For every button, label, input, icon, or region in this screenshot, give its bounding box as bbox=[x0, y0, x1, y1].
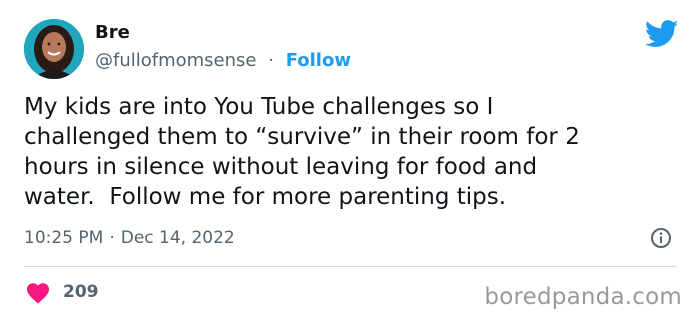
timestamp[interactable]: 10:25 PM · Dec 14, 2022 bbox=[24, 228, 235, 248]
timestamp-separator: · bbox=[109, 228, 115, 248]
twitter-bird-icon[interactable] bbox=[645, 20, 679, 48]
tweet-text: My kids are into You Tube challenges so … bbox=[24, 94, 580, 210]
watermark: boredpanda.com bbox=[484, 284, 682, 310]
handle-row: @fullofmomsense · Follow bbox=[95, 50, 351, 71]
info-icon[interactable] bbox=[650, 227, 672, 249]
tweet-time[interactable]: 10:25 PM bbox=[24, 228, 103, 248]
like-count[interactable]: 209 bbox=[63, 282, 99, 302]
heart-icon[interactable] bbox=[26, 282, 50, 304]
author-name[interactable]: Bre bbox=[95, 22, 130, 43]
follow-button[interactable]: Follow bbox=[286, 50, 351, 71]
tweet-date[interactable]: Dec 14, 2022 bbox=[121, 228, 235, 248]
divider bbox=[24, 266, 676, 267]
author-handle[interactable]: @fullofmomsense bbox=[95, 50, 257, 71]
avatar[interactable] bbox=[24, 19, 84, 79]
handle-separator: · bbox=[268, 50, 274, 71]
